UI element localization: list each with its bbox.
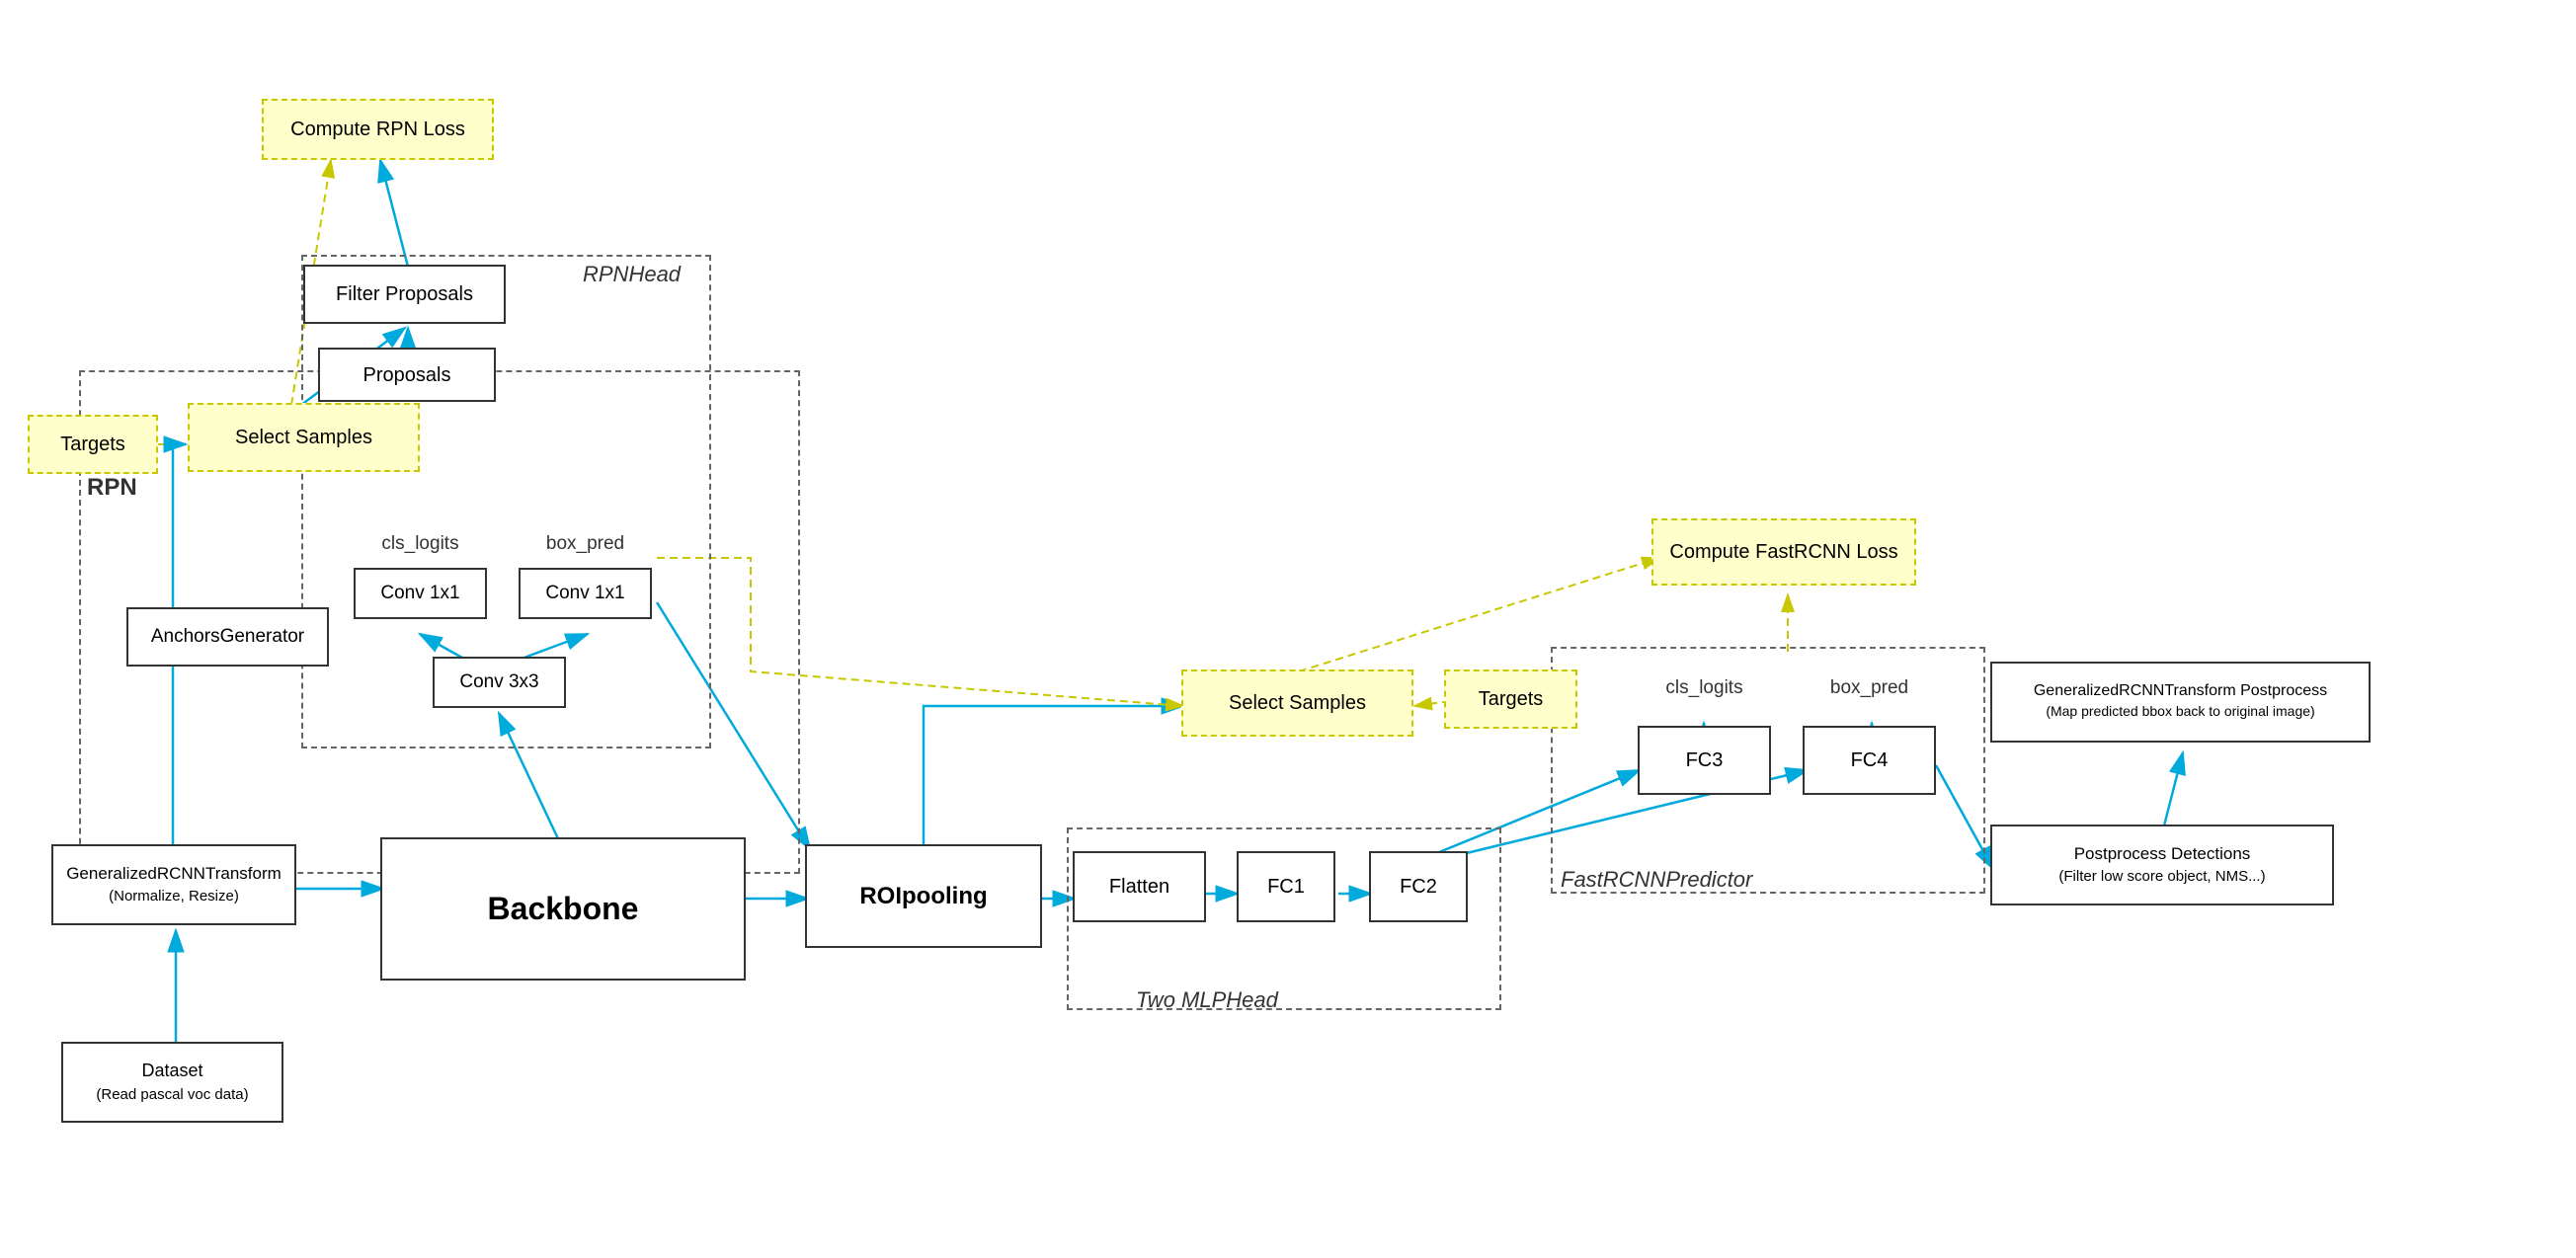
select-samples-2-node: Select Samples: [1181, 669, 1413, 737]
postprocess-detections-node: Postprocess Detections(Filter low score …: [1990, 825, 2334, 905]
cls-logits-2-label: cls_logits: [1638, 667, 1771, 710]
conv3x3-node: Conv 3x3: [433, 657, 566, 708]
backbone-node: Backbone: [380, 837, 746, 981]
dataset-node: Dataset(Read pascal voc data): [61, 1042, 283, 1123]
cls-logits-1-label: cls_logits: [354, 521, 487, 567]
twomlp-label: Two MLPHead: [1136, 987, 1278, 1013]
roi-pooling-node: ROIpooling: [805, 844, 1042, 948]
compute-fastrcnn-loss-node: Compute FastRCNN Loss: [1651, 518, 1916, 586]
diagram: RPN RPNHead FastRCNNPredictor Two MLPHea…: [0, 0, 2576, 1258]
rpnhead-label: RPNHead: [583, 262, 681, 287]
conv1x1-box-node: Conv 1x1: [519, 568, 652, 619]
proposals-node: Proposals: [318, 348, 496, 402]
fastrcnn-label: FastRCNNPredictor: [1561, 867, 1752, 893]
box-pred-2-label: box_pred: [1803, 667, 1936, 710]
generalized-transform-node: GeneralizedRCNNTransform(Normalize, Resi…: [51, 844, 296, 925]
select-samples-1-node: Select Samples: [188, 403, 420, 472]
fc3-node: FC3: [1638, 726, 1771, 795]
fc4-node: FC4: [1803, 726, 1936, 795]
rpn-label: RPN: [87, 474, 137, 502]
compute-rpn-loss-node: Compute RPN Loss: [262, 99, 494, 160]
fc1-node: FC1: [1237, 851, 1335, 922]
generalized-transform-postprocess-node: GeneralizedRCNNTransform Postprocess(Map…: [1990, 662, 2371, 743]
anchors-generator-node: AnchorsGenerator: [126, 607, 329, 667]
flatten-node: Flatten: [1073, 851, 1206, 922]
conv1x1-cls-node: Conv 1x1: [354, 568, 487, 619]
targets-2-node: Targets: [1444, 669, 1577, 729]
fc2-node: FC2: [1369, 851, 1468, 922]
filter-proposals-node: Filter Proposals: [303, 265, 506, 324]
box-pred-1-label: box_pred: [519, 521, 652, 567]
targets-node: Targets: [28, 415, 158, 474]
